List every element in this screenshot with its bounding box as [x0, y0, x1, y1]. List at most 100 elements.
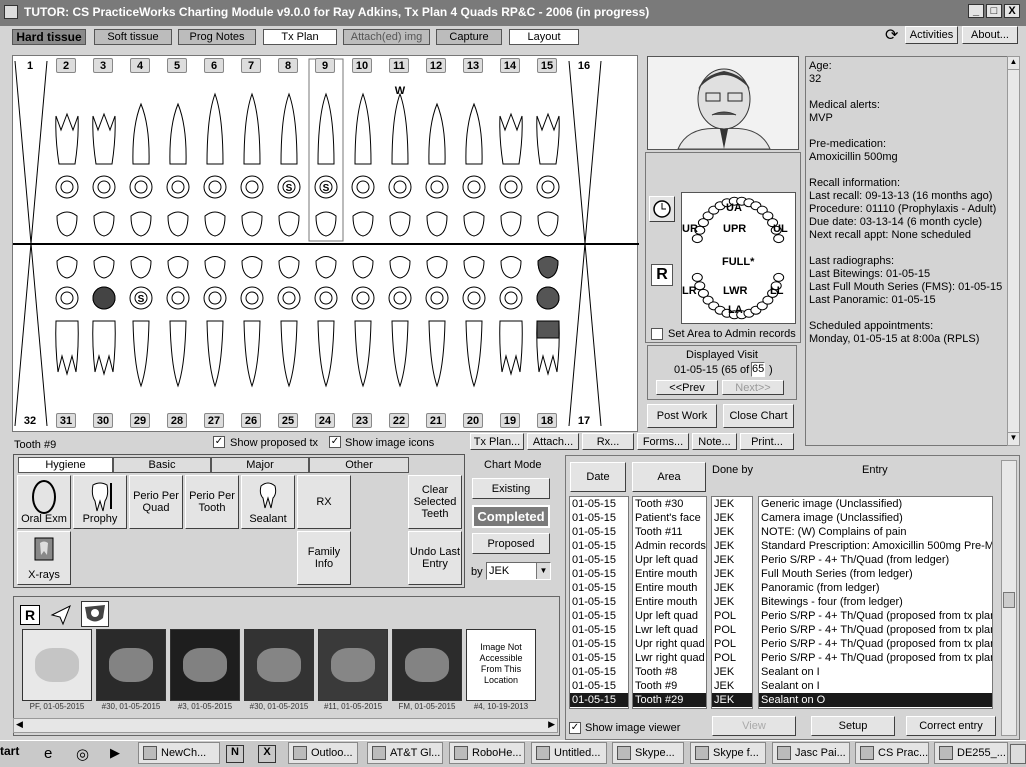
image-thumbnail[interactable]	[318, 629, 388, 701]
dropdown-arrow-icon[interactable]: ▼	[536, 563, 550, 579]
tooth-number-bottom[interactable]: 30	[93, 413, 113, 428]
ledger-cell-by[interactable]: JEK	[712, 595, 752, 609]
ledger-cell-date[interactable]: 01-05-15	[570, 595, 628, 609]
image-thumbnail[interactable]	[244, 629, 314, 701]
ledger-cell-area[interactable]: Tooth #30	[633, 497, 706, 511]
tab-other[interactable]: Other	[309, 457, 409, 473]
ledger-cell-area[interactable]: Patient's face	[633, 511, 706, 525]
ledger-cell-entry[interactable]: Perio S/RP - 4+ Th/Quad (proposed from t…	[759, 623, 992, 637]
area-map[interactable]: UA UR UPR UL FULL* LR LWR LL LA	[681, 192, 796, 324]
maximize-button[interactable]: □	[986, 4, 1002, 18]
tooth-number-top[interactable]: 11	[389, 58, 409, 73]
tooth-number-top[interactable]: 13	[463, 58, 483, 73]
ledger-cell-date[interactable]: 01-05-15	[570, 539, 628, 553]
undo-last-entry-button[interactable]: Undo Last Entry	[408, 531, 462, 585]
ledger-scrollbar[interactable]	[1001, 460, 1017, 736]
tooth-number-bottom[interactable]: 26	[241, 413, 261, 428]
tx-plan-button[interactable]: Tx Plan...	[470, 433, 524, 450]
ledger-cell-date[interactable]: 01-05-15	[570, 553, 628, 567]
tab-attached-img[interactable]: Attach(ed) img	[343, 29, 430, 45]
ledger-cell-entry[interactable]: Perio S/RP - 4+ Th/Quad (proposed from t…	[759, 637, 992, 651]
prev-visit-button[interactable]: <<Prev	[656, 380, 718, 395]
ledger-cell-area[interactable]: Tooth #29	[633, 693, 706, 707]
ledger-cell-by[interactable]: JEK	[712, 539, 752, 553]
taskbar-item[interactable]: AT&T Gl...	[367, 742, 443, 764]
tooth-number-bottom[interactable]: 19	[500, 413, 520, 428]
tooth-number-top[interactable]: 5	[167, 58, 187, 73]
tooth-number-bottom[interactable]: 24	[315, 413, 335, 428]
start-button[interactable]: tart	[0, 744, 19, 758]
ledger-cell-area[interactable]: Admin records	[633, 539, 706, 553]
clock-button[interactable]	[649, 196, 675, 222]
ledger-scroll-thumb[interactable]	[1003, 592, 1015, 608]
ledger-cell-area[interactable]: Entire mouth	[633, 567, 706, 581]
ie-icon[interactable]: e	[44, 745, 62, 763]
date-header[interactable]: Date	[570, 462, 626, 492]
tooth-number-bottom[interactable]: 23	[352, 413, 372, 428]
show-image-viewer-checkbox[interactable]: ✓	[569, 722, 581, 734]
rx-menu-button[interactable]: Rx...	[582, 433, 634, 450]
arch-tooth[interactable]	[773, 234, 785, 244]
tooth-number-top[interactable]: 9	[315, 58, 335, 73]
area-ul[interactable]: UL	[773, 223, 788, 235]
show-image-icons-checkbox[interactable]: ✓	[329, 436, 341, 448]
rx-image-icon[interactable]: R	[20, 605, 40, 625]
ledger-cell-date[interactable]: 01-05-15	[570, 567, 628, 581]
area-header[interactable]: Area	[632, 462, 706, 492]
attach-button[interactable]: Attach...	[527, 433, 579, 450]
ledger-cell-by[interactable]: JEK	[712, 553, 752, 567]
ledger-cell-by[interactable]: JEK	[712, 497, 752, 511]
taskbar-item[interactable]: DE255_...	[934, 742, 1008, 764]
ledger-cell-entry[interactable]: NOTE: (W) Complains of pain	[759, 525, 992, 539]
tooth-number-bottom[interactable]: 29	[130, 413, 150, 428]
clear-selected-teeth-button[interactable]: Clear Selected Teeth	[408, 475, 462, 529]
ledger-cell-area[interactable]: Lwr right quad	[633, 651, 706, 665]
camera-tool-icon[interactable]	[81, 601, 109, 627]
ledger-cell-date[interactable]: 01-05-15	[570, 511, 628, 525]
ledger-cell-entry[interactable]: Full Mouth Series (from ledger)	[759, 567, 992, 581]
refresh-icon[interactable]: ⟳	[885, 28, 901, 44]
tooth-number-bottom[interactable]: 32	[20, 413, 40, 428]
tab-prog-notes[interactable]: Prog Notes	[178, 29, 256, 45]
tooth-number-bottom[interactable]: 22	[389, 413, 409, 428]
tab-capture[interactable]: Capture	[436, 29, 502, 45]
onenote-icon[interactable]: N	[226, 745, 244, 763]
ledger-cell-entry[interactable]: Sealant on I	[759, 679, 992, 693]
image-thumbnail[interactable]	[22, 629, 92, 701]
tab-hard-tissue[interactable]: Hard tissue	[12, 29, 86, 45]
ledger-cell-area[interactable]: Upr left quad	[633, 609, 706, 623]
date-column[interactable]: 01-05-15 01-05-15 01-05-15 01-05-15 01-05-15…	[569, 496, 629, 709]
ledger-cell-date[interactable]: 01-05-15	[570, 679, 628, 693]
tooth-number-top[interactable]: 7	[241, 58, 261, 73]
scroll-up-icon[interactable]: ▲	[1008, 57, 1019, 70]
tooth-chart[interactable]: S S S W	[12, 55, 639, 432]
taskbar-item[interactable]: RoboHe...	[449, 742, 525, 764]
ledger-cell-date[interactable]: 01-05-15	[570, 497, 628, 511]
print-button[interactable]: Print...	[740, 433, 794, 450]
ledger-cell-entry[interactable]: Perio S/RP - 4+ Th/Quad (proposed from t…	[759, 609, 992, 623]
media-player-icon[interactable]: ▶	[110, 745, 128, 763]
taskbar-item[interactable]: Skype f...	[690, 742, 766, 764]
thumbnail-scrollbar[interactable]: ◀ ▶	[13, 718, 558, 733]
correct-entry-button[interactable]: Correct entry	[906, 716, 996, 736]
tooth-number-top[interactable]: 3	[93, 58, 113, 73]
ledger-cell-area[interactable]: Upr left quad	[633, 553, 706, 567]
taskbar-item[interactable]: Untitled...	[531, 742, 607, 764]
tooth-number-bottom[interactable]: 27	[204, 413, 224, 428]
completed-button[interactable]: Completed	[472, 505, 550, 528]
oral-exam-button[interactable]: Oral Exm	[17, 475, 71, 529]
tab-soft-tissue[interactable]: Soft tissue	[94, 29, 172, 45]
ledger-cell-by[interactable]: JEK	[712, 665, 752, 679]
ledger-cell-entry[interactable]: Bitewings - four (from ledger)	[759, 595, 992, 609]
ledger-cell-area[interactable]: Entire mouth	[633, 595, 706, 609]
scroll-left-icon[interactable]: ◀	[16, 719, 23, 730]
tooth-number-top[interactable]: 2	[56, 58, 76, 73]
tooth-number-bottom[interactable]: 20	[463, 413, 483, 428]
pointer-tool-icon[interactable]	[48, 603, 74, 627]
tab-tx-plan[interactable]: Tx Plan	[263, 29, 337, 45]
ledger-cell-area[interactable]: Tooth #9	[633, 679, 706, 693]
done-by-column[interactable]: JEK JEK JEK JEK JEK JEK JEK JEK POL POL POL POL JEK J…	[711, 496, 753, 709]
note-button[interactable]: Note...	[692, 433, 737, 450]
close-chart-button[interactable]: Close Chart	[723, 404, 794, 428]
taskbar-overflow-icon[interactable]	[1010, 744, 1026, 764]
